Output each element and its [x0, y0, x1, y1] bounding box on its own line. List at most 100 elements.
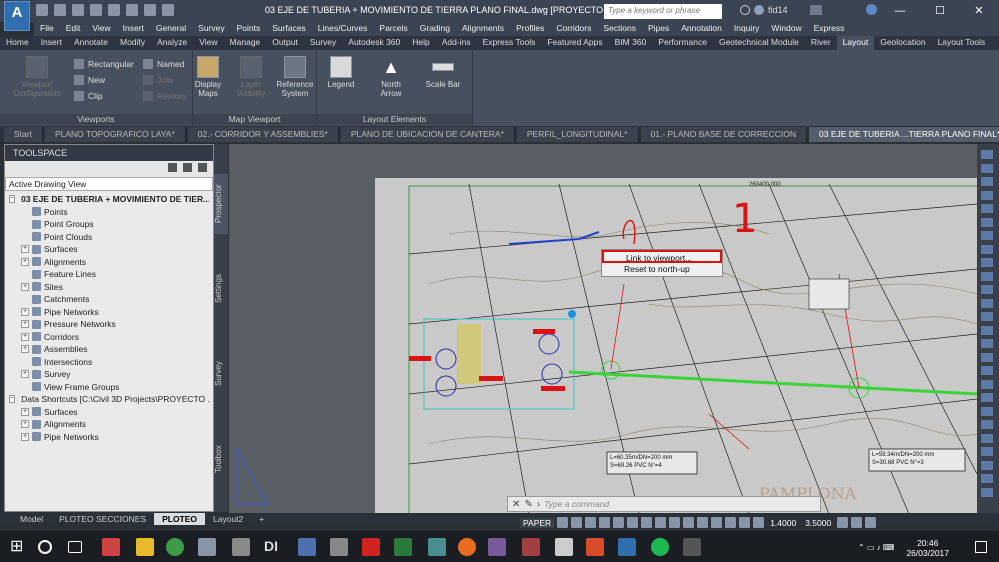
- tree-item[interactable]: + Surfaces: [9, 406, 209, 419]
- view-dropdown[interactable]: Active Drawing View: [5, 177, 213, 191]
- document-tab[interactable]: 02.- CORRIDOR Y ASSEMBLIES*: [187, 127, 339, 142]
- nav-tool-icon[interactable]: [981, 487, 993, 497]
- toolspace-options-icon[interactable]: [168, 163, 177, 172]
- nav-tool-icon[interactable]: [981, 393, 993, 402]
- nav-tool-icon[interactable]: [981, 352, 993, 362]
- exchange-icon[interactable]: [809, 4, 822, 15]
- ribbon-tab-geolocation[interactable]: Geolocation: [874, 36, 931, 50]
- menu-annotation[interactable]: Annotation: [675, 22, 728, 36]
- tree-item[interactable]: + Pipe Networks: [9, 306, 209, 319]
- tree-item[interactable]: Point Groups: [9, 218, 209, 231]
- nav-tool-icon[interactable]: [981, 163, 993, 173]
- tree-item[interactable]: Catchments: [9, 293, 209, 306]
- tree-item[interactable]: + Survey: [9, 368, 209, 381]
- tree-item[interactable]: + Alignments: [9, 256, 209, 269]
- notifications-icon[interactable]: [975, 541, 987, 553]
- ribbon-tab-insert[interactable]: Insert: [35, 36, 68, 50]
- drawing-canvas[interactable]: 260400.000 1 L=60.35m/DN=200 mm S=69.26 …: [229, 144, 977, 514]
- nav-tool-icon[interactable]: [981, 244, 993, 254]
- menu-surfaces[interactable]: Surfaces: [266, 22, 312, 36]
- taskbar-app-7-icon[interactable]: [428, 538, 446, 556]
- print-icon[interactable]: [108, 4, 120, 16]
- rectangular-button[interactable]: Rectangular: [74, 59, 134, 69]
- save-icon[interactable]: [72, 4, 84, 16]
- ribbon-tab-survey[interactable]: Survey: [304, 36, 342, 50]
- expand-icon[interactable]: +: [21, 407, 29, 416]
- nav-tool-icon[interactable]: [981, 217, 993, 227]
- nav-tool-icon[interactable]: [981, 258, 993, 267]
- osnap-icon[interactable]: [599, 517, 611, 528]
- menu-express[interactable]: Express: [808, 22, 851, 36]
- reference-system-button[interactable]: Reference System: [275, 56, 315, 98]
- collapse-icon[interactable]: −: [9, 195, 16, 204]
- toolspace-help-icon[interactable]: [198, 163, 207, 172]
- display-maps-button[interactable]: Display Maps: [193, 56, 223, 98]
- nav-tool-icon[interactable]: [981, 420, 993, 429]
- clip-button[interactable]: Clip: [74, 91, 103, 101]
- document-tab[interactable]: Start: [4, 127, 43, 142]
- tree-item[interactable]: + Pressure Networks: [9, 318, 209, 331]
- otrack-icon[interactable]: [613, 517, 625, 528]
- taskbar-app-1-icon[interactable]: [102, 538, 120, 556]
- taskbar-app-5-icon[interactable]: [298, 538, 316, 556]
- menu-profiles[interactable]: Profiles: [510, 22, 550, 36]
- named-button[interactable]: Named: [143, 59, 184, 69]
- layout-tab[interactable]: Layout2: [205, 513, 251, 525]
- transparency-icon[interactable]: [641, 517, 653, 528]
- menu-corridors[interactable]: Corridors: [550, 22, 597, 36]
- settings-icon[interactable]: [725, 517, 737, 528]
- redo-icon[interactable]: [144, 4, 156, 16]
- layout-tab[interactable]: +: [251, 513, 272, 525]
- expand-icon[interactable]: +: [21, 320, 29, 329]
- tree-item[interactable]: + Alignments: [9, 418, 209, 431]
- nav-tool-icon[interactable]: [981, 231, 993, 240]
- paper-space-toggle[interactable]: PAPER: [520, 517, 555, 528]
- ribbon-tab-autodesk-360[interactable]: Autodesk 360: [342, 36, 406, 50]
- ortho-icon[interactable]: [571, 517, 583, 528]
- search-icon[interactable]: [740, 4, 750, 15]
- ribbon-tab-river[interactable]: River: [805, 36, 837, 50]
- viewport-configuration-button[interactable]: Viewport Configuration: [10, 56, 64, 98]
- ribbon-tab-layout[interactable]: Layout: [836, 36, 875, 50]
- snap-icon[interactable]: [557, 517, 569, 528]
- restore-button[interactable]: Restore: [143, 91, 187, 101]
- new-file-icon[interactable]: [36, 4, 48, 16]
- taskbar-app-9-icon[interactable]: [522, 538, 540, 556]
- tree-item[interactable]: + Sites: [9, 281, 209, 294]
- tree-item[interactable]: Point Clouds: [9, 231, 209, 244]
- ribbon-tab-view[interactable]: View: [193, 36, 223, 50]
- layer-visibility-button[interactable]: Layer Visibility: [233, 56, 269, 98]
- spotify-icon[interactable]: [651, 538, 669, 556]
- scale-bar-button[interactable]: Scale Bar: [425, 56, 461, 89]
- toolspace-list-icon[interactable]: [183, 163, 192, 172]
- document-tab[interactable]: PERFIL_LONGITUDINAL*: [516, 127, 639, 142]
- join-button[interactable]: Join: [143, 75, 173, 85]
- nav-tool-icon[interactable]: [981, 325, 993, 335]
- nav-tool-icon[interactable]: [981, 433, 993, 443]
- command-line[interactable]: ✕ ✎ › Type a command: [507, 496, 821, 512]
- annotation-scale-icon[interactable]: [697, 517, 709, 528]
- nav-tool-icon[interactable]: [981, 379, 993, 389]
- tree-item[interactable]: Intersections: [9, 356, 209, 369]
- layout-tab[interactable]: Model: [12, 513, 51, 525]
- nav-tool-icon[interactable]: [981, 190, 993, 200]
- north-arrow-button[interactable]: ▲ North Arrow: [373, 56, 409, 98]
- ribbon-tab-bim-360[interactable]: BIM 360: [609, 36, 653, 50]
- isolate-icon[interactable]: [753, 517, 765, 528]
- ribbon-tab-featured-apps[interactable]: Featured Apps: [541, 36, 608, 50]
- command-input[interactable]: Type a command: [544, 499, 609, 509]
- nav-tool-icon[interactable]: [981, 447, 993, 456]
- nav-tool-icon[interactable]: [981, 312, 993, 321]
- collapse-icon[interactable]: −: [9, 395, 16, 404]
- menu-parcels[interactable]: Parcels: [373, 22, 413, 36]
- ribbon-tab-modify[interactable]: Modify: [114, 36, 151, 50]
- expand-icon[interactable]: +: [21, 432, 29, 441]
- tree-item[interactable]: Points: [9, 206, 209, 219]
- maximize-button[interactable]: ☐: [920, 0, 960, 22]
- expand-icon[interactable]: +: [21, 420, 29, 429]
- ribbon-tab-layout-tools[interactable]: Layout Tools: [932, 36, 992, 50]
- menu-window[interactable]: Window: [765, 22, 807, 36]
- document-tab[interactable]: PLANO TOPOGRAFICO LAYA*: [44, 127, 186, 142]
- tab-survey[interactable]: Survey: [214, 349, 228, 399]
- cortana-icon[interactable]: [38, 540, 52, 554]
